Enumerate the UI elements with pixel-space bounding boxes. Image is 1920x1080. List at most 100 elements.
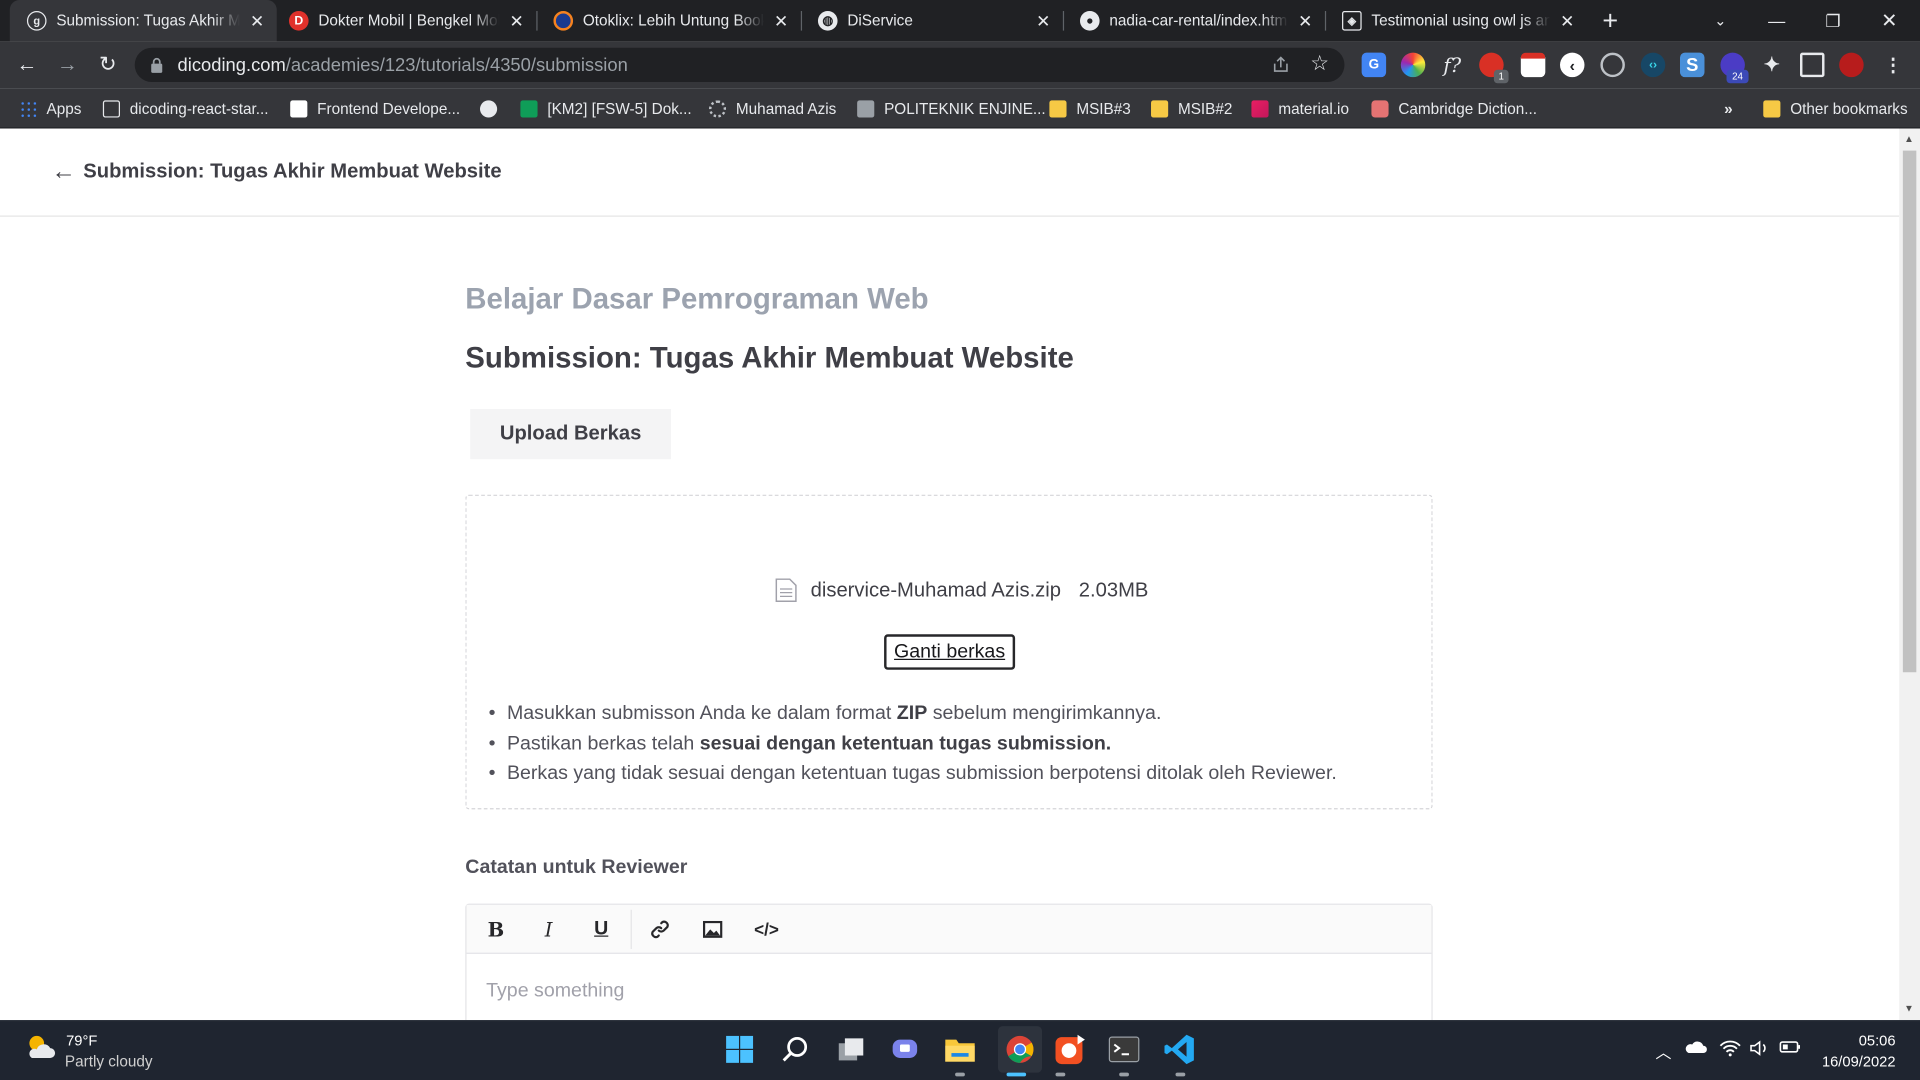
google-translate-icon[interactable]: G [1361,52,1387,78]
material-icon [1251,100,1269,118]
tray-overflow-icon[interactable]: ︿ [1656,1040,1672,1063]
profile-avatar[interactable] [1839,52,1864,78]
bookmark-politeknik[interactable]: POLITEKNIK ENJINE... [857,97,1046,121]
tab-diservice[interactable]: ◍ DiService ✕ [801,0,1063,42]
upload-file-button[interactable]: Upload Berkas [470,408,672,460]
extension-counter-badge: 24 [1726,69,1749,84]
teams-chat-icon[interactable] [889,1033,921,1065]
bookmark-km2[interactable]: [KM2] [FSW-5] Dok... [520,97,692,121]
tab-dokter-mobil[interactable]: D Dokter Mobil | Bengkel Mol ✕ [272,0,536,42]
folder-icon [1763,100,1781,118]
underline-button[interactable]: U [585,915,617,944]
bookmark-star-icon[interactable]: ☆ [1310,51,1329,75]
terminal-icon[interactable] [1108,1033,1140,1065]
restore-button[interactable]: ❐ [1805,0,1861,42]
onedrive-icon[interactable] [1685,1040,1707,1058]
arrow-extension-icon[interactable]: ‹ [1560,52,1585,78]
new-tab-button[interactable]: + [1587,0,1634,42]
close-tab-icon[interactable]: ✕ [507,10,527,31]
task-view-icon[interactable] [835,1033,867,1065]
reviewer-notes-label: Catatan untuk Reviewer [465,857,688,878]
vscode-icon[interactable] [1163,1033,1195,1065]
close-tab-icon[interactable]: ✕ [771,10,791,31]
bookmark-muhamad-azis[interactable]: Muhamad Azis [708,97,836,121]
volume-icon[interactable] [1749,1040,1771,1061]
clock-time: 05:06 [1858,1032,1896,1050]
back-arrow-icon[interactable]: ← [51,158,75,186]
share-icon[interactable] [1271,55,1291,75]
close-tab-icon[interactable]: ✕ [1296,10,1316,31]
puzzle-extensions-icon[interactable]: ✦ [1760,53,1784,77]
side-panel-icon[interactable] [1800,52,1825,78]
scroll-up-icon[interactable]: ▲ [1904,133,1914,144]
reload-icon[interactable]: ↻ [89,47,126,84]
battery-icon[interactable] [1779,1040,1801,1058]
bookmark-globe[interactable] [480,97,507,121]
bookmark-other[interactable]: Other bookmarks [1763,97,1908,121]
bold-button[interactable]: B [480,915,512,944]
minimize-button[interactable]: — [1749,0,1805,42]
bookmark-cambridge[interactable]: Cambridge Diction... [1371,97,1537,121]
change-file-button[interactable]: Ganti berkas [884,634,1016,670]
back-icon[interactable]: ← [9,47,46,84]
close-window-button[interactable]: ✕ [1861,0,1917,42]
tab-github[interactable]: ● nadia-car-rental/index.html ✕ [1063,0,1325,42]
file-explorer-icon[interactable] [944,1033,976,1065]
note-item: Pastikan berkas telah sesuai dengan kete… [489,729,1337,759]
bookmark-material[interactable]: material.io [1251,97,1349,121]
bookmark-msib3[interactable]: MSIB#3 [1049,97,1131,121]
submission-notes: Masukkan submisson Anda ke dalam format … [489,699,1337,789]
globe-icon [480,100,498,118]
code-extension-icon[interactable]: ‹› [1640,52,1666,78]
weather-condition: Partly cloudy [64,1053,153,1071]
target-extension-icon[interactable] [1600,52,1625,78]
page-title: Submission: Tugas Akhir Membuat Website [465,341,1074,375]
header-title: Submission: Tugas Akhir Membuat Website [83,160,502,183]
close-tab-icon[interactable]: ✕ [1558,10,1578,31]
bookmark-apps[interactable]: Apps [19,97,81,121]
color-picker-icon[interactable] [1400,52,1426,78]
bookmark-msib2[interactable]: MSIB#2 [1151,97,1232,121]
calendar-extension-icon[interactable] [1520,52,1546,78]
bookmarks-overflow[interactable]: » [1724,97,1733,121]
tab-codepen[interactable]: ◈ Testimonial using owl js and ✕ [1325,0,1587,42]
code-button[interactable]: </> [751,915,783,944]
browser-toolbar: ← → ↻ dicoding.com/academies/123/tutoria… [0,41,1920,89]
windows-start-icon[interactable] [724,1033,756,1065]
link-button[interactable] [644,915,676,944]
editor-placeholder[interactable]: Type something [486,981,624,1003]
politeknik-icon [857,100,875,118]
editor-toolbar: B I U </> [466,904,1432,954]
italic-button[interactable]: I [533,915,565,944]
address-bar[interactable]: dicoding.com/academies/123/tutorials/435… [134,47,1345,83]
scrollbar-thumb[interactable] [1902,150,1917,673]
s-extension-icon[interactable]: S [1680,52,1705,78]
tab-otoklix[interactable]: Otoklix: Lebih Untung Book ✕ [536,0,800,42]
lock-icon [151,57,163,73]
weather-temperature: 79°F [66,1032,98,1050]
recorder-app-icon[interactable] [1054,1033,1086,1065]
bookmark-dicoding-react[interactable]: dicoding-react-star... [102,97,268,121]
tab-submission[interactable]: g Submission: Tugas Akhir Me ✕ [9,0,277,42]
search-icon[interactable] [780,1033,812,1065]
close-tab-icon[interactable]: ✕ [1033,10,1053,31]
bookmark-frontend[interactable]: Frontend Develope... [290,97,460,121]
chrome-icon[interactable] [997,1026,1043,1073]
dokter-mobil-icon: D [288,11,309,31]
tab-search-icon[interactable]: ⌄ [1692,0,1748,42]
menu-kebab-icon[interactable]: ⋮ [1881,53,1905,77]
file-name: diservice-Muhamad Azis.zip [810,579,1062,602]
image-button[interactable] [697,915,729,944]
page-scrollbar[interactable]: ▲ ▼ [1899,128,1920,1021]
frontend-icon [290,100,308,118]
scroll-down-icon[interactable]: ▼ [1904,1003,1914,1014]
forward-icon[interactable]: → [49,47,86,84]
close-tab-icon[interactable]: ✕ [247,10,267,31]
sheets-icon [520,100,538,118]
globe-icon: ◍ [817,11,838,31]
wifi-icon[interactable] [1719,1040,1741,1061]
font-finder-icon[interactable]: f? [1440,53,1464,77]
bookmarks-bar: Apps dicoding-react-star... Frontend Dev… [0,88,1920,129]
file-dropzone[interactable]: diservice-Muhamad Azis.zip 2.03MB Ganti … [465,494,1433,810]
system-clock[interactable]: 05:06 16/09/2022 [1817,1031,1896,1073]
